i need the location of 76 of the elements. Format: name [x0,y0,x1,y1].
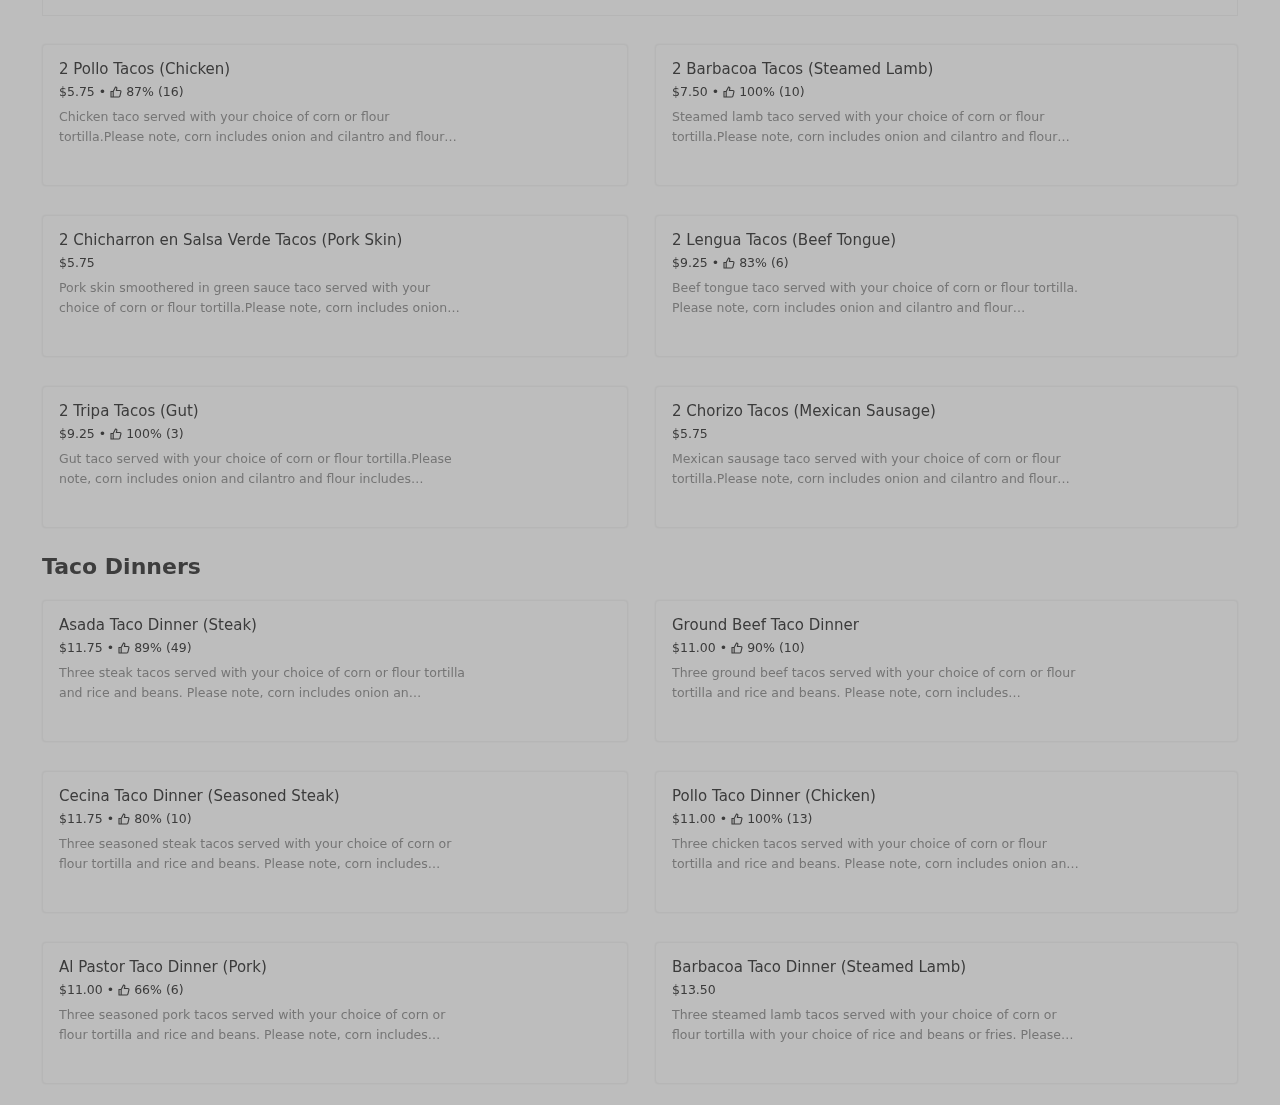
item-rating: 100% (13) [747,811,813,827]
item-rating: 89% (49) [134,640,192,656]
separator-dot: • [719,640,728,656]
item-price: $5.75 [59,84,95,100]
item-price: $11.75 [59,640,103,656]
item-name: Ground Beef Taco Dinner [672,615,859,635]
item-price: $11.00 [672,640,716,656]
item-price: $5.75 [672,426,708,442]
item-name: 2 Tripa Tacos (Gut) [59,401,199,421]
separator-dot: • [98,84,107,100]
item-price: $9.25 [672,255,708,271]
menu-item-card[interactable]: 2 Lengua Tacos (Beef Tongue) $9.25 • 83% (6) Beef tongue taco served with your choice of corn or flour tortilla. Please note, corn includes onion and cilantro and flour… [655,215,1238,357]
item-price: $11.00 [59,982,103,998]
item-description: Mexican sausage taco served with your choice of corn or flour tortilla.Please note, corn includes onion and cilantro and flour… [672,450,1071,488]
item-description: Chicken taco served with your choice of corn or flour tortilla.Please note, corn includes onion and cilantro and flour… [59,108,458,146]
separator-dot: • [711,84,720,100]
item-price: $7.50 [672,84,708,100]
item-rating: 100% (3) [126,426,184,442]
menu-item-card[interactable]: 2 Pollo Tacos (Chicken) $5.75 • 87% (16) Chicken taco served with your choice of corn or flour tortilla.Please note, corn includes onion and cilantro and flour… [42,44,628,186]
item-description: Three chicken tacos served with your choice of corn or flour tortilla and rice and beans. Please note, corn includes onion an… [672,835,1080,873]
item-description: Pork skin smoothered in green sauce taco served with your choice of corn or flour tortilla.Please note, corn includes onion… [59,279,461,317]
thumbs-up-icon [723,257,736,269]
menu-item-card[interactable]: Cecina Taco Dinner (Seasoned Steak) $11.75 • 80% (10) Three seasoned steak tacos served with your choice of corn or flour tortilla and rice and beans. Please note, corn includes… [42,771,628,913]
item-description: Three steamed lamb tacos served with your choice of corn or flour tortilla with your choice of rice and beans or fries. Please… [672,1006,1075,1044]
separator-dot: • [711,255,720,271]
thumbs-up-icon [110,428,123,440]
item-description: Gut taco served with your choice of corn or flour tortilla.Please note, corn includes onion and cilantro and flour includes… [59,450,453,488]
item-name: Al Pastor Taco Dinner (Pork) [59,957,267,977]
thumbs-up-icon [723,86,736,98]
item-name: 2 Chorizo Tacos (Mexican Sausage) [672,401,936,421]
thumbs-up-icon [731,813,744,825]
item-description: Steamed lamb taco served with your choice of corn or flour tortilla.Please note, corn includes onion and cilantro and flour… [672,108,1071,146]
item-rating: 83% (6) [739,255,789,271]
separator-dot: • [106,640,115,656]
menu-item-card[interactable]: 2 Chicharron en Salsa Verde Tacos (Pork Skin) $5.75 Pork skin smoothered in green sauce taco served with your choice of corn or flour tortilla.Please note, corn includes onion… [42,215,628,357]
menu-item-card[interactable]: Asada Taco Dinner (Steak) $11.75 • 89% (49) Three steak tacos served with your choice of corn or flour tortilla and rice and beans. Please note, corn includes onion an… [42,600,628,742]
item-rating: 90% (10) [747,640,805,656]
item-description: Three ground beef tacos served with your choice of corn or flour tortilla and rice and beans. Please note, corn includes… [672,664,1077,702]
menu-item-card[interactable]: 2 Barbacoa Tacos (Steamed Lamb) $7.50 • 100% (10) Steamed lamb taco served with your choice of corn or flour tortilla.Please note, corn includes onion and cilantro and flour… [655,44,1238,186]
thumbs-up-icon [118,642,131,654]
item-price: $11.00 [672,811,716,827]
menu-item-card[interactable]: Pollo Taco Dinner (Chicken) $11.00 • 100% (13) Three chicken tacos served with your choice of corn or flour tortilla and rice and beans. Please note, corn includes onion an… [655,771,1238,913]
item-description: Beef tongue taco served with your choice of corn or flour tortilla. Please note, corn includes onion and cilantro and flour… [672,279,1080,317]
item-description: Three seasoned steak tacos served with your choice of corn or flour tortilla and rice and beans. Please note, corn includes… [59,835,453,873]
section-title: Taco Dinners [42,553,201,581]
separator-dot: • [106,982,115,998]
item-description: Three steak tacos served with your choice of corn or flour tortilla and rice and beans. Please note, corn includes onion an… [59,664,467,702]
item-rating: 87% (16) [126,84,184,100]
item-name: Cecina Taco Dinner (Seasoned Steak) [59,786,340,806]
separator-dot: • [719,811,728,827]
thumbs-up-icon [110,86,123,98]
item-name: Barbacoa Taco Dinner (Steamed Lamb) [672,957,967,977]
menu-item-card[interactable]: 2 Chorizo Tacos (Mexican Sausage) $5.75 Mexican sausage taco served with your choice of corn or flour tortilla.Please note, corn includes onion and cilantro and flour… [655,386,1238,528]
item-name: Pollo Taco Dinner (Chicken) [672,786,876,806]
item-description: Three seasoned pork tacos served with your choice of corn or flour tortilla and rice and beans. Please note, corn includes… [59,1006,447,1044]
thumbs-up-icon [731,642,744,654]
item-price: $13.50 [672,982,716,998]
separator-dot: • [106,811,115,827]
menu-item-card[interactable]: 2 Tripa Tacos (Gut) $9.25 • 100% (3) Gut taco served with your choice of corn or flour tortilla.Please note, corn includes onion and cilantro and flour includes… [42,386,628,528]
menu-item-card[interactable]: Ground Beef Taco Dinner $11.00 • 90% (10) Three ground beef tacos served with your choice of corn or flour tortilla and rice and beans. Please note, corn includes… [655,600,1238,742]
item-price: $5.75 [59,255,95,271]
item-price: $11.75 [59,811,103,827]
item-name: 2 Barbacoa Tacos (Steamed Lamb) [672,59,934,79]
menu-item-card[interactable]: Al Pastor Taco Dinner (Pork) $11.00 • 66% (6) Three seasoned pork tacos served with your choice of corn or flour tortilla and rice and beans. Please note, corn includes… [42,942,628,1084]
separator-dot: • [98,426,107,442]
item-name: Asada Taco Dinner (Steak) [59,615,257,635]
item-price: $9.25 [59,426,95,442]
item-rating: 80% (10) [134,811,192,827]
menu-item-card[interactable]: Barbacoa Taco Dinner (Steamed Lamb) $13.50 Three steamed lamb tacos served with your choice of corn or flour tortilla with your choice of rice and beans or fries. Please… [655,942,1238,1084]
item-rating: 66% (6) [134,982,184,998]
thumbs-up-icon [118,984,131,996]
item-name: 2 Chicharron en Salsa Verde Tacos (Pork Skin) [59,230,403,250]
item-name: 2 Pollo Tacos (Chicken) [59,59,231,79]
item-rating: 100% (10) [739,84,805,100]
thumbs-up-icon [118,813,131,825]
item-name: 2 Lengua Tacos (Beef Tongue) [672,230,897,250]
